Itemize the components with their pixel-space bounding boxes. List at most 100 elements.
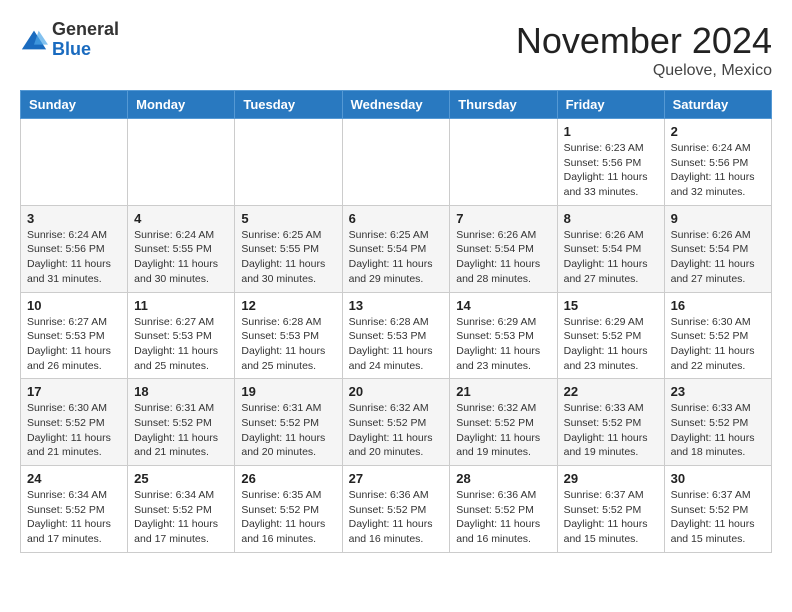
day-info: Sunrise: 6:32 AM Sunset: 5:52 PM Dayligh…: [349, 401, 444, 460]
day-info: Sunrise: 6:34 AM Sunset: 5:52 PM Dayligh…: [27, 488, 121, 547]
calendar-cell: 26Sunrise: 6:35 AM Sunset: 5:52 PM Dayli…: [235, 466, 342, 553]
day-number: 12: [241, 298, 335, 313]
day-info: Sunrise: 6:23 AM Sunset: 5:56 PM Dayligh…: [564, 141, 658, 200]
day-info: Sunrise: 6:25 AM Sunset: 5:54 PM Dayligh…: [349, 228, 444, 287]
title-block: November 2024 Quelove, Mexico: [516, 20, 772, 80]
calendar-cell: [235, 119, 342, 206]
day-info: Sunrise: 6:24 AM Sunset: 5:55 PM Dayligh…: [134, 228, 228, 287]
weekday-header-wednesday: Wednesday: [342, 91, 450, 119]
calendar-cell: 27 Sunrise: 6:36 AM Sunset: 5:52 PM Dayli…: [342, 466, 450, 553]
day-info: Sunrise: 6:33 AM Sunset: 5:52 PM Dayligh…: [564, 401, 658, 460]
day-number: 24: [27, 471, 121, 486]
calendar-cell: [128, 119, 235, 206]
calendar-cell: 7 Sunrise: 6:26 AM Sunset: 5:54 PM Daylig…: [450, 205, 557, 292]
day-number: 2: [671, 124, 765, 139]
day-number: 19: [241, 384, 335, 399]
weekday-header-friday: Friday: [557, 91, 664, 119]
calendar-week-2: 3 Sunrise: 6:24 AM Sunset: 5:56 PM Daylig…: [21, 205, 772, 292]
calendar-cell: 8 Sunrise: 6:26 AM Sunset: 5:54 PM Daylig…: [557, 205, 664, 292]
calendar-cell: 1 Sunrise: 6:23 AM Sunset: 5:56 PM Daylig…: [557, 119, 664, 206]
day-number: 7: [456, 211, 550, 226]
calendar-cell: 24 Sunrise: 6:34 AM Sunset: 5:52 PM Dayli…: [21, 466, 128, 553]
day-number: 22: [564, 384, 658, 399]
day-number: 20: [349, 384, 444, 399]
day-number: 28: [456, 471, 550, 486]
calendar-cell: 5 Sunrise: 6:25 AM Sunset: 5:55 PM Daylig…: [235, 205, 342, 292]
day-info: Sunrise: 6:29 AM Sunset: 5:53 PM Dayligh…: [456, 315, 550, 374]
day-number: 1: [564, 124, 658, 139]
calendar-cell: [21, 119, 128, 206]
day-info: Sunrise: 6:36 AM Sunset: 5:52 PM Dayligh…: [456, 488, 550, 547]
day-info: Sunrise: 6:27 AM Sunset: 5:53 PM Dayligh…: [27, 315, 121, 374]
calendar-table: SundayMondayTuesdayWednesdayThursdayFrid…: [20, 90, 772, 553]
calendar-cell: 12Sunrise: 6:28 AM Sunset: 5:53 PM Dayli…: [235, 292, 342, 379]
weekday-header-sunday: Sunday: [21, 91, 128, 119]
day-number: 9: [671, 211, 765, 226]
day-info: Sunrise: 6:24 AM Sunset: 5:56 PM Dayligh…: [27, 228, 121, 287]
day-number: 8: [564, 211, 658, 226]
day-number: 5: [241, 211, 335, 226]
location: Quelove, Mexico: [516, 62, 772, 80]
weekday-header-tuesday: Tuesday: [235, 91, 342, 119]
day-number: 11: [134, 298, 228, 313]
calendar-week-4: 17 Sunrise: 6:30 AM Sunset: 5:52 PM Dayli…: [21, 379, 772, 466]
day-info: Sunrise: 6:29 AM Sunset: 5:52 PM Dayligh…: [564, 315, 658, 374]
day-number: 3: [27, 211, 121, 226]
calendar-cell: [450, 119, 557, 206]
page-header: General Blue November 2024 Quelove, Mexi…: [20, 20, 772, 80]
calendar-cell: 20 Sunrise: 6:32 AM Sunset: 5:52 PM Dayli…: [342, 379, 450, 466]
day-info: Sunrise: 6:24 AM Sunset: 5:56 PM Dayligh…: [671, 141, 765, 200]
day-number: 16: [671, 298, 765, 313]
day-number: 27: [349, 471, 444, 486]
weekday-header-thursday: Thursday: [450, 91, 557, 119]
day-info: Sunrise: 6:31 AM Sunset: 5:52 PM Dayligh…: [134, 401, 228, 460]
day-number: 14: [456, 298, 550, 313]
day-info: Sunrise: 6:30 AM Sunset: 5:52 PM Dayligh…: [27, 401, 121, 460]
day-info: Sunrise: 6:30 AM Sunset: 5:52 PM Dayligh…: [671, 315, 765, 374]
day-info: Sunrise: 6:26 AM Sunset: 5:54 PM Dayligh…: [456, 228, 550, 287]
calendar-cell: 3 Sunrise: 6:24 AM Sunset: 5:56 PM Daylig…: [21, 205, 128, 292]
day-number: 30: [671, 471, 765, 486]
day-number: 18: [134, 384, 228, 399]
calendar-cell: 15 Sunrise: 6:29 AM Sunset: 5:52 PM Dayli…: [557, 292, 664, 379]
day-info: Sunrise: 6:37 AM Sunset: 5:52 PM Dayligh…: [671, 488, 765, 547]
calendar-cell: 19 Sunrise: 6:31 AM Sunset: 5:52 PM Dayli…: [235, 379, 342, 466]
logo-text: General Blue: [52, 20, 119, 60]
weekday-header-saturday: Saturday: [664, 91, 771, 119]
day-info: Sunrise: 6:25 AM Sunset: 5:55 PM Dayligh…: [241, 228, 335, 287]
day-info: Sunrise: 6:31 AM Sunset: 5:52 PM Dayligh…: [241, 401, 335, 460]
day-number: 4: [134, 211, 228, 226]
day-info: Sunrise: 6:26 AM Sunset: 5:54 PM Dayligh…: [564, 228, 658, 287]
calendar-cell: 13 Sunrise: 6:28 AM Sunset: 5:53 PM Dayli…: [342, 292, 450, 379]
day-number: 29: [564, 471, 658, 486]
day-info: Sunrise: 6:36 AM Sunset: 5:52 PM Dayligh…: [349, 488, 444, 547]
day-number: 17: [27, 384, 121, 399]
weekday-header-row: SundayMondayTuesdayWednesdayThursdayFrid…: [21, 91, 772, 119]
day-number: 15: [564, 298, 658, 313]
weekday-header-monday: Monday: [128, 91, 235, 119]
calendar-cell: 9Sunrise: 6:26 AM Sunset: 5:54 PM Daylig…: [664, 205, 771, 292]
day-info: Sunrise: 6:37 AM Sunset: 5:52 PM Dayligh…: [564, 488, 658, 547]
calendar-cell: 21 Sunrise: 6:32 AM Sunset: 5:52 PM Dayli…: [450, 379, 557, 466]
calendar-cell: 6Sunrise: 6:25 AM Sunset: 5:54 PM Daylig…: [342, 205, 450, 292]
calendar-week-3: 10 Sunrise: 6:27 AM Sunset: 5:53 PM Dayli…: [21, 292, 772, 379]
calendar-cell: 17 Sunrise: 6:30 AM Sunset: 5:52 PM Dayli…: [21, 379, 128, 466]
calendar-cell: 16 Sunrise: 6:30 AM Sunset: 5:52 PM Dayli…: [664, 292, 771, 379]
day-info: Sunrise: 6:28 AM Sunset: 5:53 PM Dayligh…: [349, 315, 444, 374]
day-number: 10: [27, 298, 121, 313]
calendar-cell: [342, 119, 450, 206]
calendar-cell: 28 Sunrise: 6:36 AM Sunset: 5:52 PM Dayli…: [450, 466, 557, 553]
calendar-cell: 2 Sunrise: 6:24 AM Sunset: 5:56 PM Daylig…: [664, 119, 771, 206]
day-number: 13: [349, 298, 444, 313]
day-number: 25: [134, 471, 228, 486]
day-info: Sunrise: 6:32 AM Sunset: 5:52 PM Dayligh…: [456, 401, 550, 460]
calendar-cell: 11Sunrise: 6:27 AM Sunset: 5:53 PM Dayli…: [128, 292, 235, 379]
calendar-cell: 4 Sunrise: 6:24 AM Sunset: 5:55 PM Daylig…: [128, 205, 235, 292]
calendar-cell: 10 Sunrise: 6:27 AM Sunset: 5:53 PM Dayli…: [21, 292, 128, 379]
day-info: Sunrise: 6:33 AM Sunset: 5:52 PM Dayligh…: [671, 401, 765, 460]
calendar-cell: 25 Sunrise: 6:34 AM Sunset: 5:52 PM Dayli…: [128, 466, 235, 553]
logo-icon: [20, 26, 48, 54]
day-number: 26: [241, 471, 335, 486]
day-info: Sunrise: 6:34 AM Sunset: 5:52 PM Dayligh…: [134, 488, 228, 547]
day-number: 21: [456, 384, 550, 399]
